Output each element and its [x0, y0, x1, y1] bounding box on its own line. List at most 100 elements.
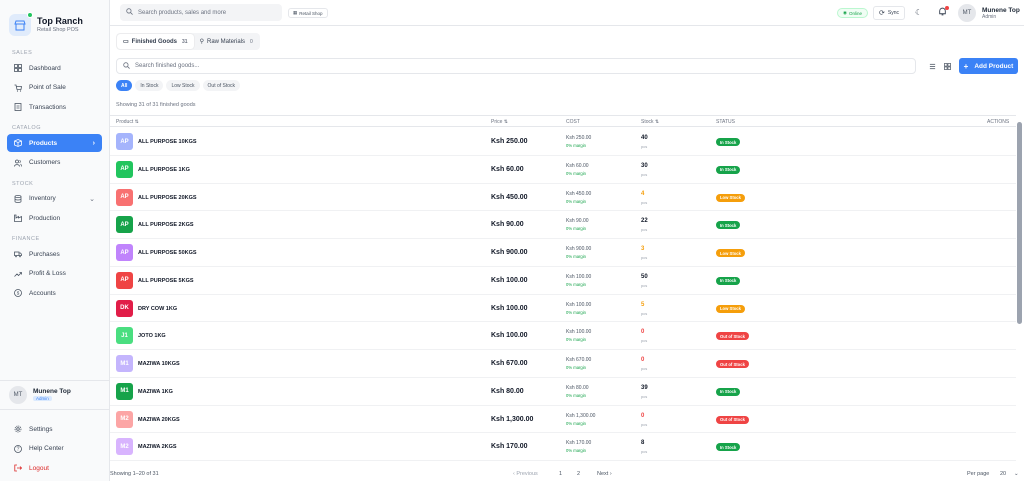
table-row[interactable]: AP ALL PURPOSE 2KGS Ksh 90.00 Ksh 90.00 … [110, 211, 1016, 239]
chevron-right-icon: › [92, 139, 95, 147]
table-row[interactable]: DK DRY COW 1KG Ksh 100.00 Ksh 100.00 0% … [110, 295, 1016, 323]
column-header-price[interactable]: Price ⇅ [491, 119, 508, 125]
product-cost: Ksh 250.00 [566, 135, 592, 141]
product-margin: 0% margin [566, 143, 587, 148]
chevron-down-icon: ⌄ [89, 195, 95, 203]
table-row[interactable]: AP ALL PURPOSE 20KGS Ksh 450.00 Ksh 450.… [110, 184, 1016, 212]
sidebar-item-production[interactable]: Production [7, 209, 102, 227]
column-header-stock[interactable]: Stock ⇅ [641, 119, 659, 125]
user-role: Admin [982, 13, 997, 20]
filter-out-of-stock[interactable]: Out of Stock [202, 80, 241, 91]
column-header-product[interactable]: Product ⇅ [116, 119, 139, 125]
bell-icon[interactable] [938, 6, 949, 17]
product-margin: 0% margin [566, 448, 587, 454]
sidebar-item-purchases[interactable]: Purchases [7, 245, 102, 263]
table-row[interactable]: M1 MAZIWA 10KGS Ksh 670.00 Ksh 670.00 0%… [110, 350, 1016, 378]
table-row[interactable]: M2 MAZIWA 20KGS Ksh 1,300.00 Ksh 1,300.0… [110, 406, 1016, 434]
status-badge: Low Stock [716, 193, 745, 202]
product-cost: Ksh 90.00 [566, 218, 589, 225]
table-row[interactable]: AP ALL PURPOSE 50KGS Ksh 900.00 Ksh 900.… [110, 239, 1016, 267]
table-row[interactable]: AP ALL PURPOSE 5KGS Ksh 100.00 Ksh 100.0… [110, 267, 1016, 295]
product-avatar: DK [116, 299, 133, 317]
sync-button[interactable]: ⟳ Sync [873, 6, 905, 20]
product-name: ALL PURPOSE 20KGS [138, 194, 197, 201]
sidebar-item-logout[interactable]: Logout [7, 459, 102, 477]
user-role-badge: Admin [33, 396, 52, 401]
filter-low-stock[interactable]: Low Stock [166, 80, 200, 91]
sidebar-item-profit-loss[interactable]: Profit & Loss [7, 265, 102, 283]
sidebar-item-help-center[interactable]: ? Help Center [7, 440, 102, 458]
grid-view-button[interactable] [941, 60, 953, 72]
product-stock: 5 [641, 301, 645, 308]
product-margin: 0% margin [566, 309, 587, 315]
product-name: DRY COW 1KG [138, 305, 178, 312]
product-avatar: AP [116, 133, 133, 150]
product-stock: 0 [641, 357, 645, 363]
product-stock: 3 [641, 246, 645, 252]
product-price: Ksh 60.00 [491, 165, 524, 173]
product-unit: pcs [641, 171, 648, 177]
previous-page-button[interactable]: ‹ Previous [513, 471, 538, 477]
moon-icon[interactable]: ☾ [915, 8, 922, 17]
sidebar-item-dashboard[interactable]: Dashboard [7, 59, 102, 77]
page-1-button[interactable]: 1 [559, 471, 562, 477]
section-label-stock: STOCK [12, 180, 34, 187]
product-price: Ksh 900.00 [491, 249, 528, 256]
tab-finished-goods[interactable]: ▭ Finished Goods 31 [117, 34, 194, 49]
top-user-menu[interactable]: MT Munene Top Admin [958, 4, 1020, 22]
sidebar-item-point-of-sale[interactable]: Point of Sale [7, 79, 102, 97]
tab-label: Raw Materials [206, 38, 245, 45]
next-page-button[interactable]: Next › [597, 471, 612, 477]
sidebar-item-inventory[interactable]: Inventory ⌄ [7, 190, 102, 208]
filter-all[interactable]: All [116, 80, 133, 91]
product-unit: pcs [641, 338, 648, 344]
table-row[interactable]: AP ALL PURPOSE 10KGS Ksh 250.00 Ksh 250.… [110, 128, 1016, 156]
list-view-button[interactable] [926, 60, 938, 72]
product-name: MAZIWA 1KG [138, 388, 173, 395]
page-2-button[interactable]: 2 [577, 471, 580, 477]
product-stock: 50 [641, 273, 648, 280]
brand-subtitle: Retail Shop POS [37, 27, 79, 33]
product-margin: 0% margin [566, 226, 587, 232]
product-stock: 40 [641, 135, 648, 141]
global-search-input[interactable]: Search products, sales and more [120, 4, 282, 21]
product-price: Ksh 90.00 [491, 221, 524, 229]
product-cost: Ksh 450.00 [566, 190, 592, 197]
box-icon [13, 138, 23, 148]
product-price: Ksh 100.00 [491, 332, 528, 340]
product-search-input[interactable]: Search finished goods... [116, 58, 916, 74]
table-row[interactable]: M2 MAZIWA 2KGS Ksh 170.00 Ksh 170.00 0% … [110, 433, 1016, 461]
table-row[interactable]: M1 MAZIWA 1KG Ksh 80.00 Ksh 80.00 0% mar… [110, 378, 1016, 406]
filter-in-stock[interactable]: In Stock [135, 80, 164, 91]
table-row[interactable]: J1 JOTO 1KG Ksh 100.00 Ksh 100.00 0% mar… [110, 322, 1016, 350]
tab-raw-materials[interactable]: ⚲ Raw Materials 0 [194, 34, 259, 49]
product-stock: 8 [641, 440, 645, 447]
product-unit: pcs [641, 310, 648, 316]
search-icon [126, 8, 133, 17]
product-price: Ksh 100.00 [491, 276, 528, 284]
table-scrollbar[interactable] [1017, 122, 1022, 324]
product-margin: 0% margin [566, 392, 587, 398]
status-badge: Low Stock [716, 249, 745, 257]
product-stock: 22 [641, 218, 648, 225]
product-avatar: AP [116, 244, 133, 261]
table-row[interactable]: AP ALL PURPOSE 1KG Ksh 60.00 Ksh 60.00 0… [110, 156, 1016, 184]
sidebar-item-settings[interactable]: Settings [7, 420, 102, 438]
online-status-badge: ◉ Online [837, 8, 868, 18]
add-product-button[interactable]: + Add Product [959, 58, 1018, 74]
sidebar: Top Ranch Retail Shop POS SALES Dashboar… [0, 0, 110, 481]
factory-icon [13, 213, 23, 223]
product-name: MAZIWA 2KGS [138, 444, 177, 451]
section-label-finance: FINANCE [12, 236, 40, 242]
sidebar-item-customers[interactable]: Customers [7, 154, 102, 172]
per-page-select[interactable]: 20 [1000, 471, 1006, 477]
product-cost: Ksh 80.00 [566, 384, 589, 391]
sidebar-item-label: Purchases [29, 250, 60, 258]
sidebar-item-accounts[interactable]: $ Accounts [7, 284, 102, 302]
shop-selector[interactable]: ▦ Retail Shop [288, 8, 328, 18]
sidebar-item-products[interactable]: Products › [7, 134, 102, 152]
sidebar-item-transactions[interactable]: Transactions [7, 98, 102, 116]
product-name: ALL PURPOSE 2KGS [138, 222, 194, 229]
sidebar-user[interactable]: MT Munene Top Admin [0, 380, 109, 410]
logout-icon [13, 463, 23, 473]
